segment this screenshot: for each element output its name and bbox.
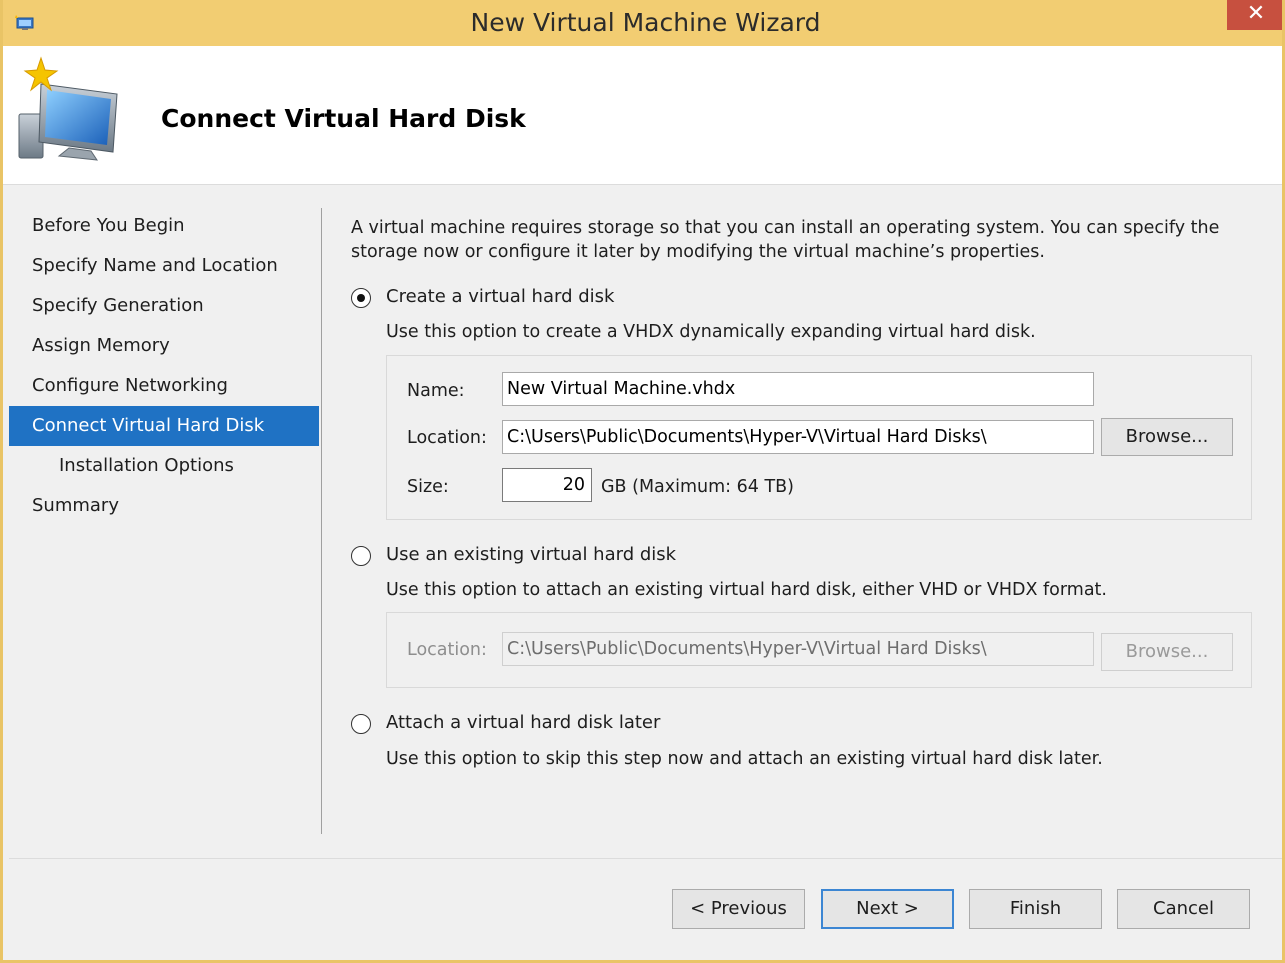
create-vhd-panel: Name: New Virtual Machine.vhdx Location:… <box>386 355 1252 520</box>
intro-text: A virtual machine requires storage so th… <box>351 218 1220 262</box>
next-button[interactable]: Next > <box>821 889 954 929</box>
close-icon: ✕ <box>1246 1 1266 26</box>
vhd-size-input[interactable]: 20 <box>502 468 592 502</box>
nav-item-specify-generation[interactable]: Specify Generation <box>9 286 319 326</box>
title-bar[interactable]: New Virtual Machine Wizard ✕ <box>3 0 1282 46</box>
existing-location-label: Location: <box>407 640 487 660</box>
previous-button[interactable]: < Previous <box>672 889 805 929</box>
window-title: New Virtual Machine Wizard <box>470 8 821 37</box>
cancel-button[interactable]: Cancel <box>1117 889 1250 929</box>
attach-later-radio[interactable] <box>351 714 371 734</box>
nav-divider <box>321 208 322 834</box>
attach-later-description: Use this option to skip this step now an… <box>386 749 1103 769</box>
nav-item-specify-name-and-location[interactable]: Specify Name and Location <box>9 246 319 286</box>
finish-button[interactable]: Finish <box>969 889 1102 929</box>
existing-vhd-description: Use this option to attach an existing vi… <box>386 580 1107 600</box>
name-label: Name: <box>407 381 465 401</box>
nav-item-summary[interactable]: Summary <box>9 486 319 526</box>
radio-selected-dot <box>357 294 365 302</box>
existing-vhd-label[interactable]: Use an existing virtual hard disk <box>386 544 676 565</box>
size-label: Size: <box>407 477 449 497</box>
create-vhd-label[interactable]: Create a virtual hard disk <box>386 286 614 307</box>
existing-vhd-panel: Location: C:\Users\Public\Documents\Hype… <box>386 612 1252 688</box>
create-vhd-description: Use this option to create a VHDX dynamic… <box>386 322 1036 342</box>
vhd-location-input[interactable]: C:\Users\Public\Documents\Hyper-V\Virtua… <box>502 420 1094 454</box>
existing-browse-button[interactable]: Browse... <box>1101 633 1233 671</box>
attach-later-label[interactable]: Attach a virtual hard disk later <box>386 712 660 733</box>
location-label: Location: <box>407 428 487 448</box>
virtual-machine-wizard-icon <box>18 56 118 161</box>
size-units-text: GB (Maximum: 64 TB) <box>601 477 794 497</box>
browse-button[interactable]: Browse... <box>1101 418 1233 456</box>
wizard-steps-nav: Before You Begin Specify Name and Locati… <box>9 206 319 526</box>
nav-item-configure-networking[interactable]: Configure Networking <box>9 366 319 406</box>
existing-vhd-radio[interactable] <box>351 546 371 566</box>
footer-divider <box>9 858 1282 859</box>
page-title: Connect Virtual Hard Disk <box>161 104 526 133</box>
existing-location-input[interactable]: C:\Users\Public\Documents\Hyper-V\Virtua… <box>502 632 1094 666</box>
nav-item-installation-options[interactable]: Installation Options <box>9 446 319 486</box>
nav-item-assign-memory[interactable]: Assign Memory <box>9 326 319 366</box>
create-vhd-radio[interactable] <box>351 288 371 308</box>
vhd-name-input[interactable]: New Virtual Machine.vhdx <box>502 372 1094 406</box>
wizard-header: Connect Virtual Hard Disk <box>3 46 1282 185</box>
wizard-window: New Virtual Machine Wizard ✕ Connect Vir… <box>0 0 1285 963</box>
close-button[interactable]: ✕ <box>1227 0 1282 30</box>
nav-item-before-you-begin[interactable]: Before You Begin <box>9 206 319 246</box>
nav-item-connect-virtual-hard-disk[interactable]: Connect Virtual Hard Disk <box>9 406 319 446</box>
wizard-content: A virtual machine requires storage so th… <box>351 216 1252 769</box>
